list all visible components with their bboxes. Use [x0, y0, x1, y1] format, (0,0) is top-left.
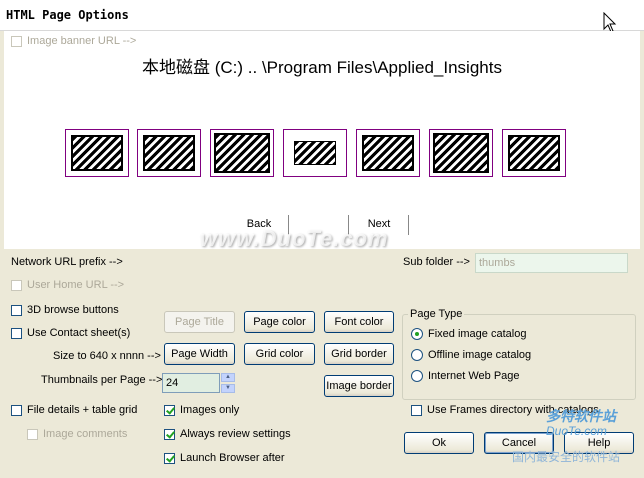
radio-dot [411, 328, 423, 340]
ok-button[interactable]: Ok [404, 432, 474, 454]
checkbox-box [164, 452, 175, 464]
folder-path-title: 本地磁盘 (C:) .. \Program Files\Applied_Insi… [142, 58, 502, 77]
sub-folder-input[interactable]: thumbs [475, 253, 628, 273]
images-only-checkbox[interactable]: Images only [164, 404, 239, 416]
thumbnail-2[interactable] [137, 129, 201, 177]
grid-border-button[interactable]: Grid border [324, 343, 394, 365]
thumbnail-5[interactable] [356, 129, 420, 177]
images-only-label: Images only [180, 404, 240, 416]
checkbox-box [411, 404, 422, 416]
checkbox-box [164, 404, 175, 416]
radio-fixed-catalog[interactable]: Fixed image catalog [411, 328, 526, 340]
user-home-label: User Home URL --> [27, 279, 125, 291]
preview-pane: Image banner URL --> 本地磁盘 (C:) .. \Progr… [4, 31, 640, 249]
radio-fixed-label: Fixed image catalog [428, 328, 527, 340]
checkbox-box [11, 404, 22, 416]
radio-internet-label: Internet Web Page [428, 370, 520, 382]
image-banner-label: Image banner URL --> [27, 35, 137, 47]
image-border-button[interactable]: Image border [324, 375, 394, 397]
always-review-checkbox[interactable]: Always review settings [164, 428, 291, 440]
watermark-brand: 多特软件站 [546, 408, 616, 424]
thumbnail-1[interactable] [65, 129, 129, 177]
checkbox-box [11, 327, 22, 339]
launch-browser-label: Launch Browser after [180, 452, 285, 464]
thumbs-per-page-input[interactable]: 24 [162, 373, 220, 393]
thumbnail-4[interactable] [283, 129, 347, 177]
page-title-button[interactable]: Page Title [164, 311, 235, 333]
radio-offline-label: Offline image catalog [428, 349, 532, 361]
thumbnail-image-icon [143, 135, 195, 171]
sub-folder-label: Sub folder --> [403, 256, 470, 268]
image-banner-checkbox[interactable]: Image banner URL --> [11, 35, 136, 47]
font-color-button[interactable]: Font color [324, 311, 394, 333]
radio-internet-page[interactable]: Internet Web Page [411, 370, 520, 382]
page-width-button[interactable]: Page Width [164, 343, 235, 365]
file-details-checkbox[interactable]: File details + table grid [11, 404, 137, 416]
checkbox-box [27, 428, 38, 440]
size-to-label: Size to 640 x nnnn --> [53, 350, 161, 362]
checkbox-box [11, 35, 22, 47]
3d-browse-buttons-label: 3D browse buttons [27, 304, 119, 316]
radio-dot [411, 370, 423, 382]
user-home-checkbox[interactable]: User Home URL --> [11, 279, 124, 291]
launch-browser-checkbox[interactable]: Launch Browser after [164, 452, 285, 464]
contact-sheets-checkbox[interactable]: Use Contact sheet(s) [11, 327, 130, 339]
contact-sheets-label: Use Contact sheet(s) [27, 327, 131, 339]
thumbnail-image-icon [508, 135, 560, 171]
thumbnail-image-icon [362, 135, 414, 171]
radio-dot [411, 349, 423, 361]
file-details-label: File details + table grid [27, 404, 138, 416]
html-page-options-dialog: HTML Page Options Image banner URL --> 本… [0, 0, 644, 478]
checkbox-box [11, 304, 22, 316]
thumbnail-image-icon [294, 141, 336, 165]
spin-up-icon[interactable]: ▲ [221, 373, 235, 382]
spin-down-icon[interactable]: ▼ [221, 384, 235, 393]
image-comments-label: Image comments [43, 428, 128, 440]
network-url-label: Network URL prefix --> [11, 256, 123, 268]
3d-browse-buttons-checkbox[interactable]: 3D browse buttons [11, 304, 119, 316]
watermark-tagline: 国内最安全的软件站 [512, 450, 621, 464]
window-title: HTML Page Options [6, 8, 129, 22]
radio-offline-catalog[interactable]: Offline image catalog [411, 349, 531, 361]
thumbnail-image-icon [433, 133, 489, 173]
grid-color-button[interactable]: Grid color [244, 343, 315, 365]
checkbox-box [11, 279, 22, 291]
title-bar: HTML Page Options [0, 0, 644, 33]
watermark-duote: www.DuoTe.com [200, 226, 389, 251]
image-comments-checkbox[interactable]: Image comments [27, 428, 127, 440]
page-color-button[interactable]: Page color [244, 311, 315, 333]
thumbnail-7[interactable] [502, 129, 566, 177]
thumbnail-6[interactable] [429, 129, 493, 177]
thumbnail-image-icon [71, 135, 123, 171]
checkbox-box [164, 428, 175, 440]
always-review-label: Always review settings [180, 428, 291, 440]
thumbnail-3[interactable] [210, 129, 274, 177]
page-type-title: Page Type [408, 308, 465, 320]
watermark-brand-url: DuoTe.com [546, 424, 607, 438]
thumbs-per-page-label: Thumbnails per Page --> [41, 374, 163, 386]
thumbs-spinner[interactable]: ▲ ▼ [221, 373, 235, 393]
thumbnail-image-icon [214, 133, 270, 173]
